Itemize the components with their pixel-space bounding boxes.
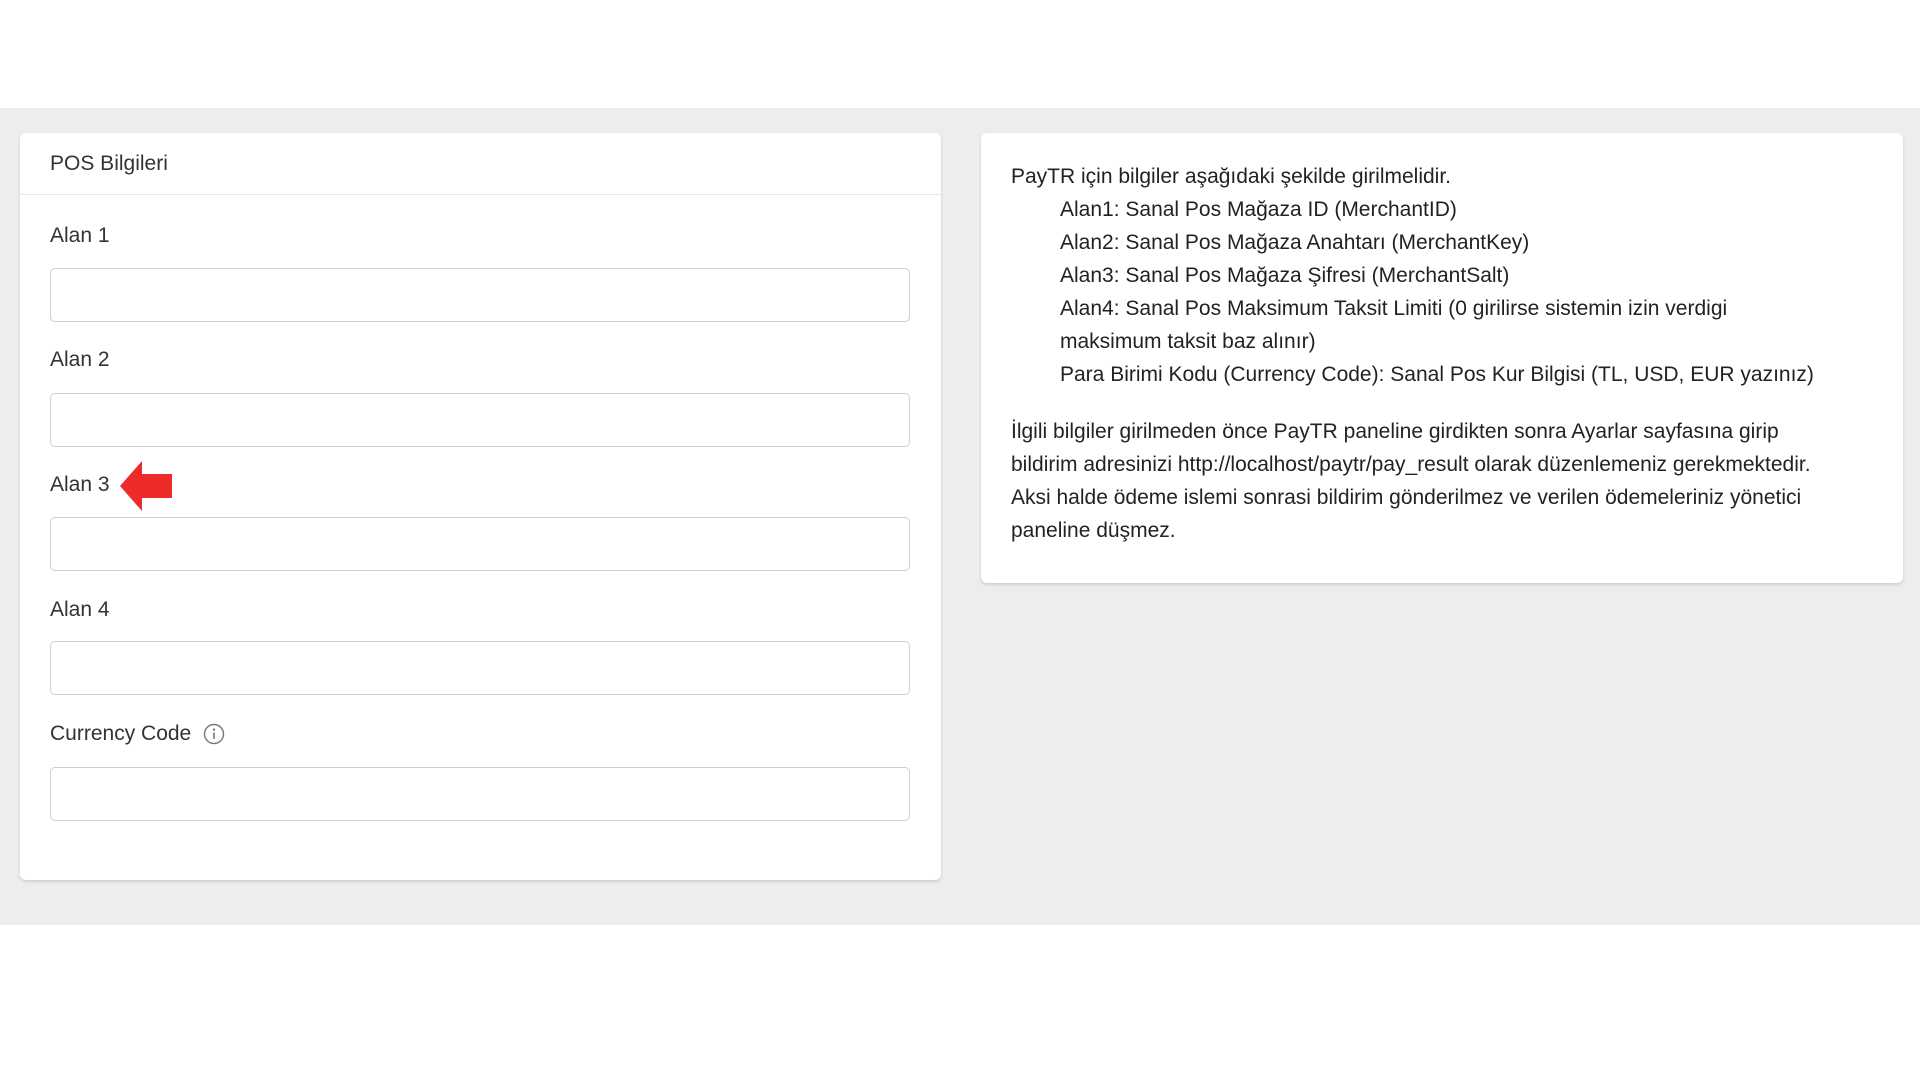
- note-line: bildirim adresinizi http://localhost/pay…: [1011, 453, 1811, 476]
- pos-card-header: POS Bilgileri: [20, 133, 941, 195]
- currency-code-input[interactable]: [50, 767, 910, 821]
- instruction-item-alan4: Alan4: Sanal Pos Maksimum Taksit Limiti …: [1060, 297, 1728, 320]
- info-icon[interactable]: [203, 723, 225, 745]
- field-label-alan-1: Alan 1: [50, 224, 110, 247]
- instructions-intro: PayTR için bilgiler aşağıdaki şekilde gi…: [1011, 165, 1452, 188]
- instructions-text: PayTR için bilgiler aşağıdaki şekilde gi…: [1011, 160, 1881, 547]
- field-label-alan-3: Alan 3: [50, 473, 110, 496]
- instruction-item-currency: Para Birimi Kodu (Currency Code): Sanal …: [1060, 363, 1814, 386]
- instructions-note: İlgili bilgiler girilmeden önce PayTR pa…: [1011, 415, 1881, 547]
- field-currency-code: Currency Code: [50, 719, 910, 821]
- instruction-item-alan1: Alan1: Sanal Pos Mağaza ID (MerchantID): [1060, 198, 1457, 221]
- alan-2-input[interactable]: [50, 393, 910, 447]
- field-label-currency-code: Currency Code: [50, 719, 910, 749]
- alan-1-input[interactable]: [50, 268, 910, 322]
- instruction-item-alan2: Alan2: Sanal Pos Mağaza Anahtarı (Mercha…: [1060, 231, 1530, 254]
- field-alan-3: Alan 3: [50, 461, 910, 571]
- field-label-alan-4: Alan 4: [50, 598, 110, 621]
- field-label-alan-2: Alan 2: [50, 348, 110, 371]
- note-line: Aksi halde ödeme islemi sonrasi bildirim…: [1011, 486, 1802, 509]
- pos-info-card: POS Bilgileri Alan 1 Alan 2 Alan 3 Alan …: [20, 133, 941, 880]
- pos-card-title: POS Bilgileri: [50, 151, 168, 175]
- highlight-arrow-icon: [120, 461, 172, 511]
- field-alan-4: Alan 4: [50, 595, 910, 695]
- field-alan-2: Alan 2: [50, 345, 910, 447]
- alan-4-input[interactable]: [50, 641, 910, 695]
- field-alan-1: Alan 1: [50, 221, 910, 322]
- alan-3-input[interactable]: [50, 517, 910, 571]
- note-line: İlgili bilgiler girilmeden önce PayTR pa…: [1011, 420, 1779, 443]
- instruction-item-alan3: Alan3: Sanal Pos Mağaza Şifresi (Merchan…: [1060, 264, 1510, 287]
- instruction-item-alan4-cont: maksimum taksit baz alınır): [1060, 330, 1316, 353]
- note-line: paneline düşmez.: [1011, 519, 1176, 542]
- instructions-card: PayTR için bilgiler aşağıdaki şekilde gi…: [981, 133, 1903, 583]
